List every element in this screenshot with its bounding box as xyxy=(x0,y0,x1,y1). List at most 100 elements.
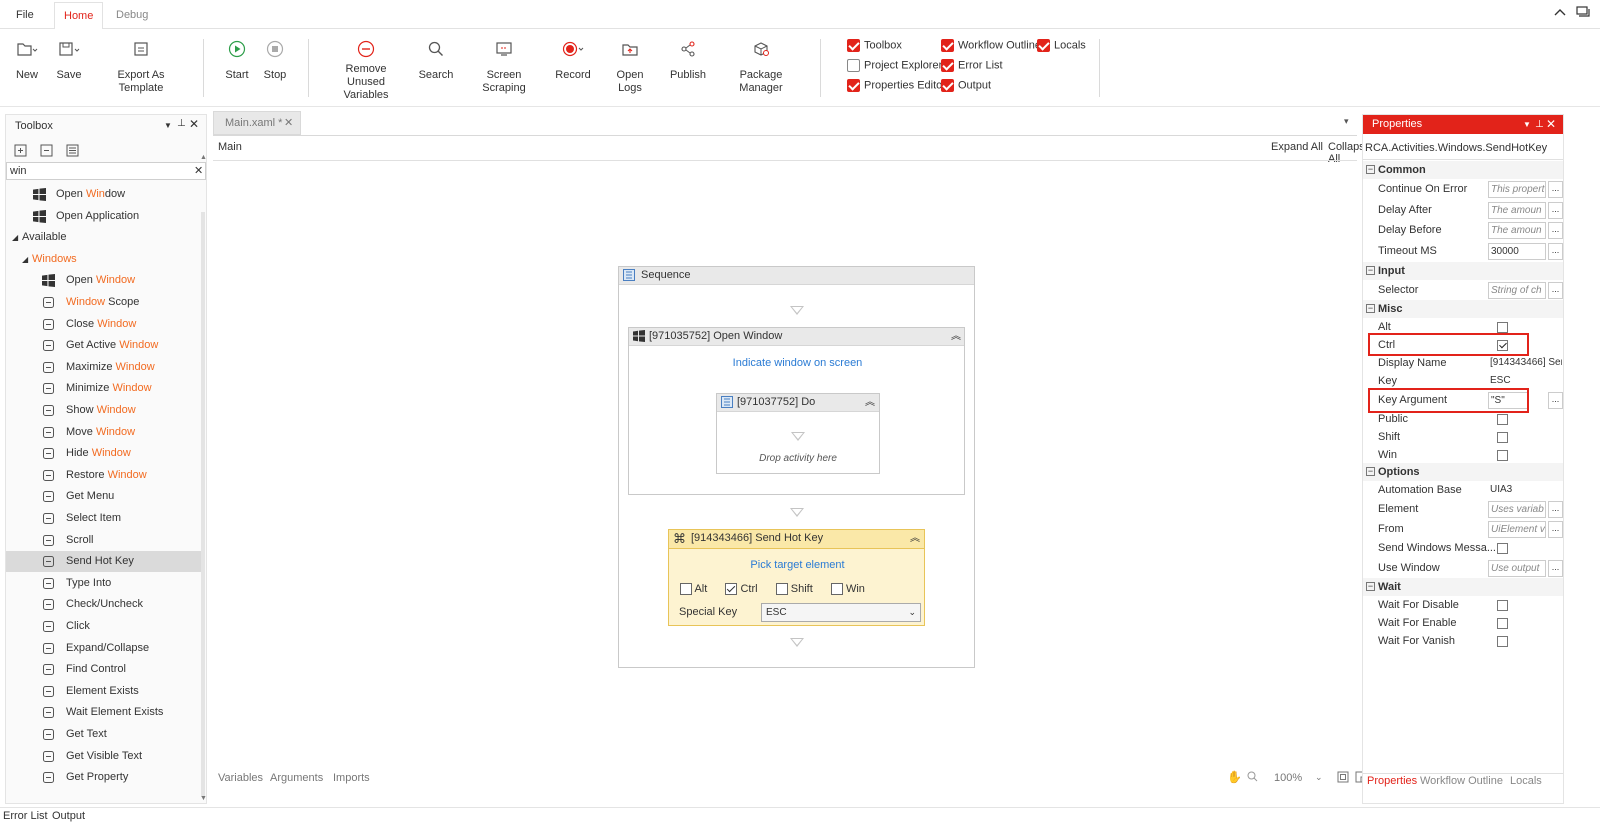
collapse-activity-icon[interactable]: ︽ xyxy=(910,530,920,547)
publish-button[interactable]: Publish xyxy=(668,37,708,82)
properties-close-icon[interactable]: ✕ xyxy=(1546,115,1556,134)
toolbox-item[interactable]: Check/Uncheck xyxy=(6,594,201,615)
use-window-field[interactable]: Use output xyxy=(1488,560,1546,577)
from-field[interactable]: UiElement v xyxy=(1488,521,1546,538)
imports-tab[interactable]: Imports xyxy=(333,772,370,784)
zoom-search-icon[interactable] xyxy=(1247,771,1258,782)
workflow-outline-checkbox[interactable] xyxy=(941,39,954,52)
collapse-category-icon[interactable]: − xyxy=(1366,266,1375,275)
package-manager-button[interactable]: Package Manager xyxy=(720,37,802,95)
toolbox-checkbox[interactable] xyxy=(847,39,860,52)
fit-screen-icon[interactable] xyxy=(1337,771,1349,783)
sequence-activity[interactable]: Sequence [971035752] Open Window ︽ Indic… xyxy=(618,266,975,668)
do-activity[interactable]: [971037752] Do ︽ Drop activity here xyxy=(716,393,880,474)
alt-checkbox[interactable] xyxy=(680,583,692,596)
scroll-up-icon[interactable]: ▲ xyxy=(200,154,207,161)
remove-unused-variables-button[interactable]: Remove Unused Variables xyxy=(326,37,406,102)
ctrl-checkbox[interactable] xyxy=(725,583,738,596)
toolbox-item[interactable]: Move Window xyxy=(6,422,201,443)
toolbox-item[interactable]: Restore Window xyxy=(6,465,201,486)
element-field[interactable]: Uses variab xyxy=(1488,501,1546,518)
save-button[interactable]: Save xyxy=(54,37,84,82)
collapse-category-icon[interactable]: − xyxy=(1366,582,1375,591)
toolbox-item[interactable]: Get Property xyxy=(6,767,201,788)
menu-tab-file[interactable]: File xyxy=(7,2,43,29)
collapse-ribbon-icon[interactable] xyxy=(1554,7,1566,17)
win-checkbox[interactable] xyxy=(830,583,843,596)
close-tab-icon[interactable]: ✕ xyxy=(284,112,293,134)
ellipsis-button[interactable]: ... xyxy=(1548,243,1563,260)
ellipsis-button[interactable]: ... xyxy=(1548,222,1563,239)
drop-target-icon[interactable] xyxy=(790,638,804,647)
toolbox-item[interactable]: Open Window xyxy=(6,270,201,291)
wait-for-disable-checkbox[interactable] xyxy=(1497,600,1508,611)
toggle-toolbox[interactable]: Toolbox xyxy=(847,39,902,52)
toolbox-item[interactable]: Type Into xyxy=(6,573,201,594)
collapse-category-icon[interactable]: − xyxy=(1366,467,1375,476)
zoom-dropdown-icon[interactable]: ⌄ xyxy=(1315,772,1323,783)
clear-search-icon[interactable]: ✕ xyxy=(194,164,203,177)
project-explorer-checkbox[interactable] xyxy=(847,59,860,72)
category-wait[interactable]: − Wait xyxy=(1363,578,1563,596)
toolbox-item[interactable]: Hide Window xyxy=(6,443,201,464)
collapse-activity-icon[interactable]: ︽ xyxy=(951,328,961,345)
toolbox-pin-icon[interactable]: ⊥ xyxy=(177,118,186,129)
toolbox-item[interactable]: Minimize Window xyxy=(6,378,201,399)
toolbox-search-box[interactable]: win ✕ xyxy=(6,162,206,180)
toolbox-item[interactable]: Wait Element Exists xyxy=(6,702,201,723)
indicate-window-link[interactable]: Indicate window on screen xyxy=(629,357,966,369)
drop-target-icon[interactable] xyxy=(791,432,805,441)
ellipsis-button[interactable]: ... xyxy=(1548,202,1563,219)
special-key-select[interactable]: ESC ⌄ xyxy=(761,603,921,622)
toolbox-item[interactable]: Show Window xyxy=(6,400,201,421)
drop-target-icon[interactable] xyxy=(790,508,804,517)
search-button[interactable]: Search xyxy=(418,37,454,82)
toolbox-item[interactable]: Scroll xyxy=(6,530,201,551)
notifications-icon[interactable] xyxy=(1576,6,1590,19)
toggle-error-list[interactable]: Error List xyxy=(941,59,1003,72)
collapse-category-icon[interactable]: − xyxy=(1366,165,1375,174)
collapse-all-tree-icon[interactable] xyxy=(40,144,53,157)
automation-base-field[interactable]: UIA3 xyxy=(1488,482,1546,499)
toolbox-item[interactable]: Get Active Window xyxy=(6,335,201,356)
pick-target-element-link[interactable]: Pick target element xyxy=(669,559,926,571)
delay-after-field[interactable]: The amoun xyxy=(1488,202,1546,219)
drop-target-icon[interactable] xyxy=(790,306,804,315)
arguments-tab[interactable]: Arguments xyxy=(270,772,323,784)
send-hot-key-activity[interactable]: ⌘ [914343466] Send Hot Key ︽ Pick target… xyxy=(668,529,925,626)
menu-tab-home[interactable]: Home xyxy=(54,2,104,30)
category-misc[interactable]: − Misc xyxy=(1363,300,1563,318)
toolbox-item[interactable]: Get Menu xyxy=(6,486,201,507)
stop-button[interactable]: Stop xyxy=(262,37,288,82)
collapse-category-icon[interactable]: − xyxy=(1366,304,1375,313)
ellipsis-button[interactable]: ... xyxy=(1548,282,1563,299)
zoom-level[interactable]: 100% xyxy=(1274,772,1302,784)
toolbox-item[interactable]: Expand/Collapse xyxy=(6,638,201,659)
toggle-properties-editor[interactable]: Properties Editor xyxy=(847,79,946,92)
toolbox-item[interactable]: Maximize Window xyxy=(6,357,201,378)
toolbox-item[interactable]: Get Text xyxy=(6,724,201,745)
toolbox-item[interactable]: Get Visible Text xyxy=(6,746,201,767)
tab-workflow-outline[interactable]: Workflow Outline xyxy=(1420,775,1503,787)
new-button[interactable]: New xyxy=(12,37,42,82)
expand-all-tree-icon[interactable] xyxy=(14,144,27,157)
toggle-locals[interactable]: Locals xyxy=(1037,39,1086,52)
toolbox-item[interactable]: Open Window xyxy=(6,184,201,205)
toolbox-item[interactable]: Window Scope xyxy=(6,292,201,313)
toolbox-search-input[interactable]: win xyxy=(10,165,27,177)
category-input[interactable]: − Input xyxy=(1363,262,1563,280)
ellipsis-button[interactable]: ... xyxy=(1548,501,1563,518)
toolbox-item[interactable]: Select Item xyxy=(6,508,201,529)
display-name-field[interactable]: [914343466] Sen xyxy=(1488,355,1562,372)
output-tab[interactable]: Output xyxy=(52,810,85,822)
alt-prop-checkbox[interactable] xyxy=(1497,322,1508,333)
hand-pan-icon[interactable]: ✋ xyxy=(1227,770,1242,784)
continue-on-error-field[interactable]: This propert xyxy=(1488,181,1546,198)
variables-tab[interactable]: Variables xyxy=(218,772,263,784)
win-prop-checkbox[interactable] xyxy=(1497,450,1508,461)
tab-locals[interactable]: Locals xyxy=(1510,775,1542,787)
properties-editor-checkbox[interactable] xyxy=(847,79,860,92)
ellipsis-button[interactable]: ... xyxy=(1548,560,1563,577)
toggle-workflow-outline[interactable]: Workflow Outline xyxy=(941,39,1041,52)
ellipsis-button[interactable]: ... xyxy=(1548,181,1563,198)
